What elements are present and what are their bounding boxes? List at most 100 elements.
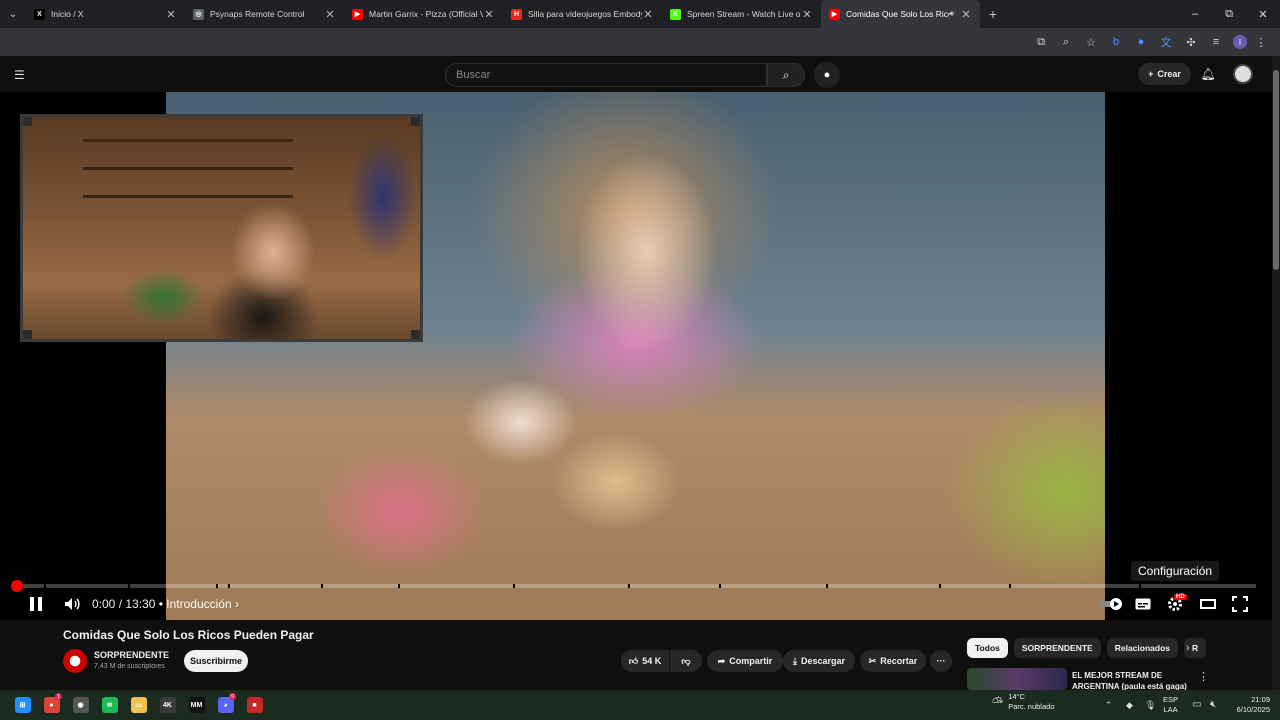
recommendation-menu-icon[interactable]: ⋮ <box>1198 670 1209 683</box>
channel-name[interactable]: SORPRENDENTE <box>94 650 169 660</box>
close-tab-icon[interactable]: ✕ <box>165 8 177 21</box>
tab-search-icon[interactable]: ⌄ <box>0 0 26 28</box>
close-tab-icon[interactable]: ✕ <box>801 8 813 21</box>
minimize-icon[interactable]: – <box>1178 0 1212 28</box>
cast-icon[interactable]: ⧉ <box>1030 31 1052 53</box>
search-input[interactable]: Buscar <box>445 63 767 87</box>
subtitles-button[interactable] <box>1132 592 1154 616</box>
extension-circle-icon[interactable]: ● <box>1130 31 1152 53</box>
menu-icon[interactable]: ☰ <box>14 68 25 82</box>
browser-tab[interactable]: X Inicio / X ✕ <box>26 0 185 28</box>
browser-tab[interactable]: ◎ Psynaps Remote Control ✕ <box>185 0 344 28</box>
video-player[interactable]: Configuración 0:00 / 13:30 • Introducció… <box>0 92 1272 620</box>
create-button[interactable]: + Crear <box>1138 63 1191 85</box>
progress-bar[interactable] <box>11 580 1256 592</box>
profile-avatar[interactable]: I <box>1233 35 1247 49</box>
channel-avatar[interactable] <box>63 649 87 673</box>
restore-icon[interactable]: ⧉ <box>1212 0 1246 28</box>
volume-button[interactable] <box>60 592 84 616</box>
new-tab-button[interactable]: + <box>980 6 1006 22</box>
lang-bottom: LAA <box>1163 705 1178 714</box>
close-tab-icon[interactable]: ✕ <box>642 8 654 21</box>
more-actions-button[interactable]: ··· <box>930 650 952 672</box>
dislike-button[interactable]: 👎︎ <box>670 650 702 672</box>
windows-taskbar: ⊞ ● 1 ◉ ≋ ▭ 4K MM ◕ 9 ■ ⛅︎ 14°C Parc. nublado ⌃ ◆ … <box>0 690 1280 720</box>
tray-mic-icon[interactable]: 🎙︎ <box>1140 700 1161 711</box>
shelf <box>83 195 293 198</box>
bookmark-star-icon[interactable]: ☆ <box>1080 31 1102 53</box>
zoom-icon[interactable]: ⌕ <box>1055 31 1077 53</box>
theater-mode-button[interactable] <box>1197 592 1219 616</box>
browser-tab[interactable]: H Silla para videojuegos Embody ✕ <box>503 0 662 28</box>
browser-tab[interactable]: ▶ Comidas Que Solo Los Rico 🔊︎ ✕ <box>821 0 980 28</box>
tab-audio-icon[interactable]: 🔊︎ <box>949 9 954 19</box>
page-scrollbar[interactable] <box>1272 56 1280 690</box>
taskbar-app[interactable]: ⊞ <box>8 690 37 720</box>
close-tab-icon[interactable]: ✕ <box>483 8 495 21</box>
notifications-bell-icon[interactable]: 🔔︎ <box>1199 65 1217 83</box>
browser-tab[interactable]: K Spreen Stream - Watch Live on ✕ <box>662 0 821 28</box>
clock[interactable]: 21:09 6/10/2025 <box>1226 695 1270 715</box>
create-label: Crear <box>1157 69 1181 79</box>
chapter-marker <box>1009 584 1011 588</box>
taskbar-app[interactable]: ▭ <box>124 690 153 720</box>
taskbar-app[interactable]: ≋ <box>95 690 124 720</box>
taskbar-app[interactable]: MM <box>182 690 211 720</box>
duration: 13:30 <box>125 597 156 611</box>
pause-button[interactable] <box>24 592 48 616</box>
subscribe-button[interactable]: Suscribirme <box>184 650 248 672</box>
tray-shield-icon[interactable]: ◆ <box>1119 700 1140 711</box>
display-icon[interactable]: ▭ <box>1192 699 1201 710</box>
like-count: 54 K <box>642 656 662 666</box>
youtube-header: ☰ Buscar ⌕ ● + Crear 🔔︎ <box>0 56 1280 92</box>
fullscreen-button[interactable] <box>1229 592 1251 616</box>
browser-tab[interactable]: ▶ Martin Garrix - Pizza (Official Vi ✕ <box>344 0 503 28</box>
browser-menu-icon[interactable]: ⋮ <box>1250 31 1272 53</box>
close-tab-icon[interactable]: ✕ <box>324 8 336 21</box>
account-avatar[interactable] <box>1233 64 1253 84</box>
chapter-marker <box>128 584 130 588</box>
microphone-icon: ● <box>823 69 831 81</box>
extensions-puzzle-icon[interactable]: ✣ <box>1180 31 1202 53</box>
tab-title: Inicio / X <box>51 9 84 19</box>
weather-widget[interactable]: ⛅︎ 14°C Parc. nublado <box>992 692 1055 712</box>
share-button[interactable]: ➦ Compartir <box>707 650 783 672</box>
clip-button[interactable]: ✂ Recortar <box>860 650 926 672</box>
spotify-icon: ≋ <box>101 697 118 713</box>
voice-search-button[interactable]: ● <box>814 62 840 88</box>
windows-start-icon: ⊞ <box>14 697 31 713</box>
clock-date: 6/10/2025 <box>1236 705 1270 714</box>
scrollbar-thumb[interactable] <box>1273 70 1279 270</box>
tray-expand-icon[interactable]: ⌃ <box>1098 700 1119 711</box>
taskbar-app[interactable]: ● 1 <box>37 690 66 720</box>
autoplay-toggle[interactable] <box>1097 592 1125 616</box>
settings-button[interactable]: HD <box>1164 592 1187 616</box>
lang-top: ESP <box>1163 695 1179 704</box>
extension-translate-icon[interactable]: 文 <box>1155 31 1177 53</box>
extension-b-icon[interactable]: b <box>1105 31 1127 53</box>
media-control-icon[interactable]: ≡ <box>1205 31 1227 53</box>
streamer-webcam-overlay <box>20 114 423 342</box>
system-tray: ⌃ ◆ 🎙︎ <box>1098 690 1161 720</box>
taskbar-app[interactable]: 4K <box>153 690 182 720</box>
search-button[interactable]: ⌕ <box>767 63 805 87</box>
filter-chip[interactable]: Relacionados <box>1106 638 1178 658</box>
time-separator: / <box>115 597 126 611</box>
volume-muted-icon[interactable]: 🔇︎ <box>1210 699 1216 710</box>
language-indicator[interactable]: ESP LAA <box>1163 695 1178 715</box>
close-window-icon[interactable]: ✕ <box>1246 0 1280 28</box>
taskbar-app[interactable]: ■ <box>240 690 269 720</box>
chapter-marker <box>228 584 230 588</box>
like-button[interactable]: 👍︎ 54 K <box>621 650 669 672</box>
filter-chip[interactable]: Todos <box>967 638 1008 658</box>
download-button[interactable]: ⤓ Descargar <box>783 650 855 672</box>
chapter-title-button[interactable]: • Introducción › <box>159 597 239 611</box>
settings-tooltip: Configuración <box>1131 561 1220 581</box>
recommendation-title[interactable]: EL MEJOR STREAM DE ARGENTINA (paula está… <box>1072 670 1192 692</box>
filter-chip[interactable]: SORPRENDENTE <box>1013 638 1101 658</box>
close-tab-icon[interactable]: ✕ <box>960 8 972 21</box>
taskbar-app[interactable]: ◕ 9 <box>211 690 240 720</box>
recommendation-thumbnail[interactable] <box>967 668 1067 690</box>
chevron-right-icon[interactable]: › <box>1186 642 1190 654</box>
taskbar-app[interactable]: ◉ <box>66 690 95 720</box>
